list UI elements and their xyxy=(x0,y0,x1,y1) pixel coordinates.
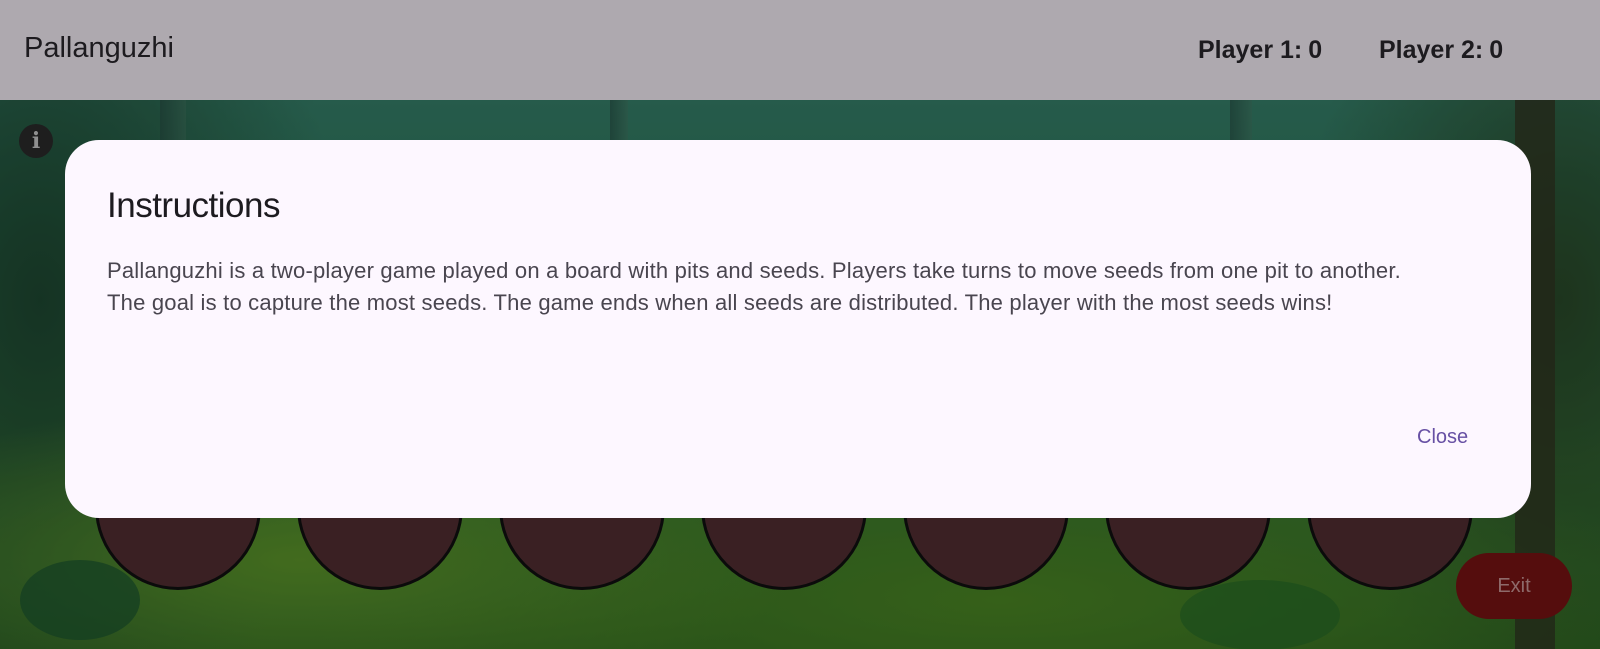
dialog-title: Instructions xyxy=(107,186,280,225)
game-screen: Exit i Pallanguzhi Player 1: 0 Player 2: 0… xyxy=(0,0,1600,649)
close-button[interactable]: Close xyxy=(1405,420,1480,455)
player1-value: 0 xyxy=(1308,36,1323,64)
dialog-body: Pallanguzhi is a two-player game played … xyxy=(107,258,1401,315)
app-bar: Pallanguzhi Player 1: 0 Player 2: 0 xyxy=(0,0,1600,100)
player1-score: Player 1: 0 xyxy=(1198,36,1322,65)
player2-label: Player 2: xyxy=(1379,36,1484,64)
instructions-dialog: Instructions Pallanguzhi is a two-player… xyxy=(65,140,1531,518)
player2-score: Player 2: 0 xyxy=(1379,36,1503,65)
player2-value: 0 xyxy=(1489,36,1504,64)
player1-label: Player 1: xyxy=(1198,36,1303,64)
app-title: Pallanguzhi xyxy=(24,32,174,64)
